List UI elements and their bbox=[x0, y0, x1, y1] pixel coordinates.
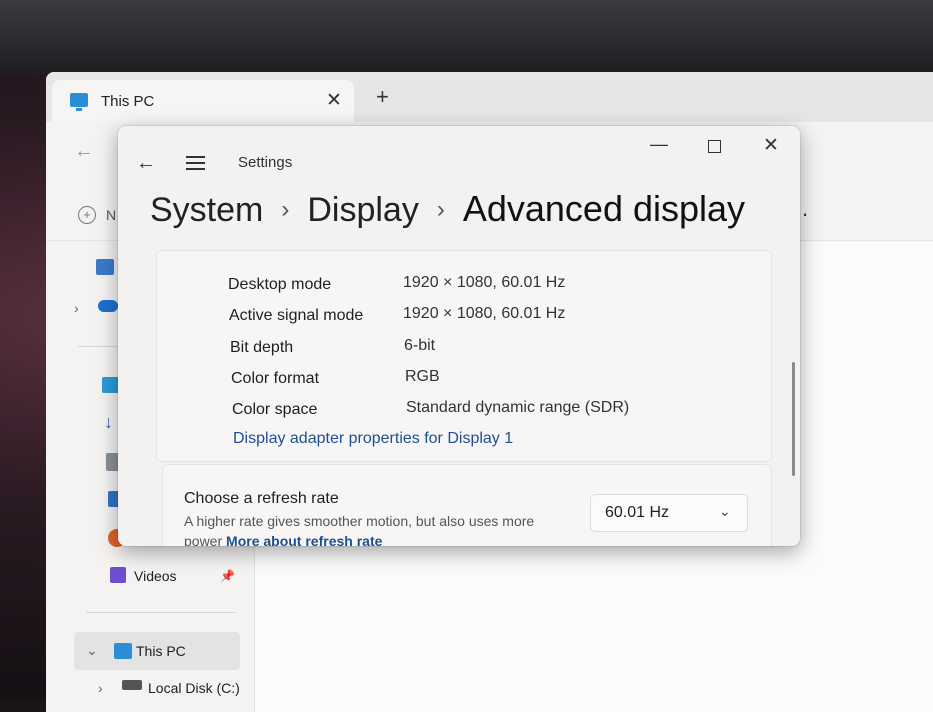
display-adapter-properties-link[interactable]: Display adapter properties for Display 1 bbox=[233, 430, 513, 448]
expand-chevron-icon[interactable]: › bbox=[98, 680, 103, 696]
breadcrumb-display[interactable]: Display bbox=[307, 191, 418, 229]
monitor-bezel bbox=[0, 0, 933, 75]
new-icon[interactable]: + bbox=[78, 206, 96, 224]
breadcrumb-current: Advanced display bbox=[462, 188, 746, 229]
new-button-label[interactable]: N bbox=[106, 207, 116, 223]
window-title: Settings bbox=[238, 154, 293, 171]
computer-icon bbox=[70, 93, 88, 111]
overflow-dot: . bbox=[802, 196, 809, 221]
info-value: RGB bbox=[405, 368, 440, 385]
tab-title: This PC bbox=[101, 93, 155, 110]
back-arrow-icon[interactable]: ← bbox=[136, 152, 156, 175]
info-label: Desktop mode bbox=[228, 276, 332, 293]
info-value: 1920 × 1080, 60.01 Hz bbox=[403, 274, 566, 291]
settings-window: ← Settings — ✕ System › Display › Advanced d… bbox=[118, 126, 800, 546]
pictures-icon[interactable] bbox=[96, 259, 114, 275]
pin-icon[interactable]: 📌 bbox=[220, 569, 235, 583]
sidebar-item-this-pc[interactable]: ⌄ This PC bbox=[74, 632, 240, 670]
refresh-rate-value: 60.01 Hz bbox=[605, 504, 670, 521]
close-tab-icon[interactable]: ✕ bbox=[326, 89, 342, 112]
breadcrumb-separator-icon: › bbox=[281, 196, 290, 223]
breadcrumb-system[interactable]: System bbox=[150, 191, 263, 229]
breadcrumb: System › Display › Advanced display bbox=[150, 188, 745, 230]
breadcrumb-separator-icon: › bbox=[436, 196, 445, 223]
maximize-button[interactable] bbox=[708, 140, 721, 153]
chevron-down-icon: ⌄ bbox=[719, 503, 731, 519]
scrollbar[interactable] bbox=[792, 362, 795, 476]
refresh-rate-dropdown[interactable]: 60.01 Hz ⌄ bbox=[590, 494, 748, 532]
new-tab-button[interactable]: + bbox=[376, 86, 389, 108]
info-value: 1920 × 1080, 60.01 Hz bbox=[403, 305, 566, 322]
info-label: Color format bbox=[231, 370, 320, 387]
minimize-button[interactable]: — bbox=[650, 134, 668, 155]
explorer-tab-bar: This PC ✕ + bbox=[46, 72, 933, 122]
onedrive-icon[interactable] bbox=[98, 300, 118, 312]
downloads-icon[interactable]: ↓ bbox=[104, 412, 113, 433]
drive-icon bbox=[122, 680, 142, 690]
computer-icon bbox=[114, 643, 132, 659]
hamburger-menu-icon[interactable] bbox=[186, 156, 205, 174]
collapse-chevron-icon[interactable]: ⌄ bbox=[86, 642, 98, 659]
sidebar-item-label: This PC bbox=[136, 643, 186, 659]
info-label: Color space bbox=[232, 401, 318, 418]
info-label: Bit depth bbox=[230, 339, 294, 356]
sidebar-item-videos[interactable]: Videos bbox=[134, 568, 177, 584]
info-label: Active signal mode bbox=[229, 307, 364, 324]
sidebar-item-local-disk[interactable]: Local Disk (C:) bbox=[148, 680, 240, 696]
sidebar-divider bbox=[86, 612, 236, 613]
close-button[interactable]: ✕ bbox=[763, 134, 779, 157]
refresh-rate-title: Choose a refresh rate bbox=[184, 490, 339, 507]
info-value: 6-bit bbox=[404, 337, 436, 354]
info-value: Standard dynamic range (SDR) bbox=[406, 399, 630, 416]
videos-icon[interactable] bbox=[110, 567, 126, 583]
back-arrow-icon[interactable]: ← bbox=[74, 140, 94, 163]
refresh-rate-description: A higher rate gives smoother motion, but… bbox=[184, 511, 574, 546]
expand-chevron-icon[interactable]: › bbox=[74, 300, 79, 316]
refresh-rate-help-link[interactable]: More about refresh rate bbox=[226, 533, 382, 546]
tab-this-pc[interactable]: This PC ✕ bbox=[52, 80, 354, 122]
